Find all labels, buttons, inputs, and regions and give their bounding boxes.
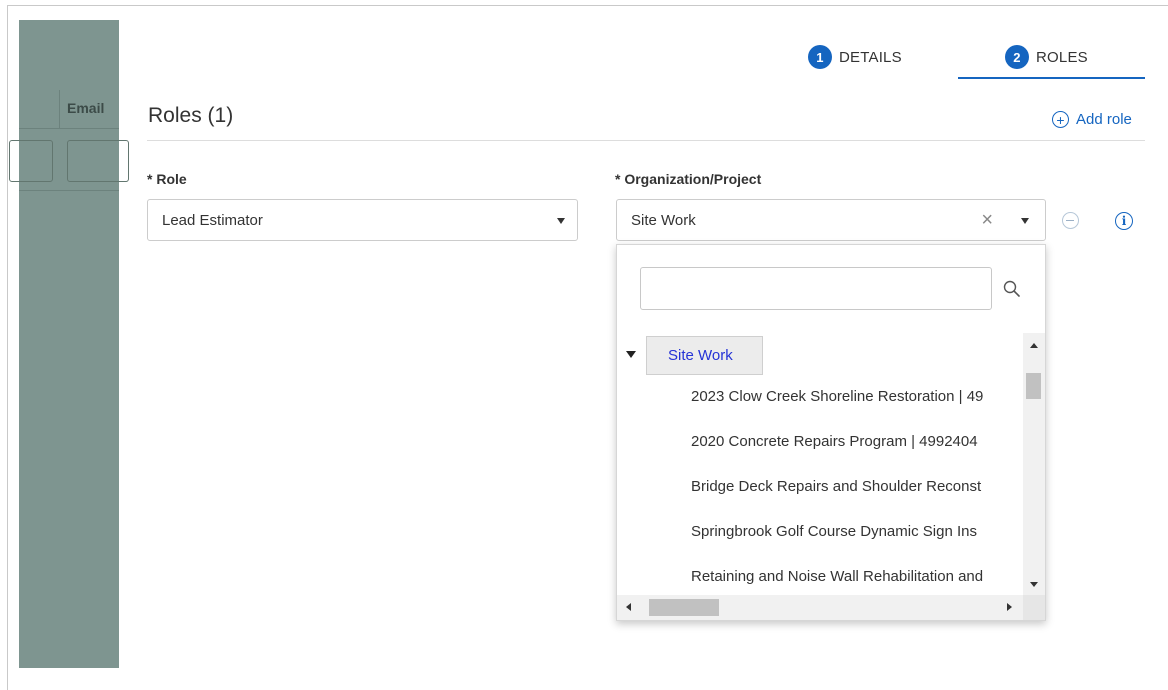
step-roles[interactable]: 2 ROLES	[1005, 44, 1088, 70]
vertical-scroll-thumb[interactable]	[1026, 373, 1041, 399]
background-table-overlay: Email	[9, 20, 129, 668]
chevron-down-icon[interactable]	[1021, 218, 1029, 224]
step-label: ROLES	[1036, 48, 1088, 66]
active-step-underline	[958, 77, 1145, 79]
vertical-scrollbar[interactable]	[1023, 333, 1045, 595]
tree-item[interactable]: Retaining and Noise Wall Rehabilitation …	[691, 568, 983, 585]
tree-node-site-work[interactable]: Site Work	[646, 336, 763, 375]
info-icon[interactable]: i	[1115, 212, 1133, 230]
background-input-cell	[9, 140, 53, 182]
tree-item[interactable]: 2020 Concrete Repairs Program | 4992404	[691, 433, 978, 450]
tree-item[interactable]: 2023 Clow Creek Shoreline Restoration | …	[691, 388, 983, 405]
search-icon[interactable]	[1002, 279, 1022, 299]
role-select[interactable]: Lead Estimator	[147, 199, 578, 241]
roles-section-title: Roles (1)	[148, 104, 234, 127]
scroll-left-arrow-icon[interactable]	[626, 603, 631, 611]
remove-role-icon[interactable]	[1062, 212, 1079, 229]
tree-item[interactable]: Bridge Deck Repairs and Shoulder Reconst	[691, 478, 981, 495]
section-divider	[147, 140, 1145, 141]
role-field-label: * Role	[147, 171, 187, 187]
scroll-down-arrow-icon[interactable]	[1030, 582, 1038, 587]
step-details[interactable]: 1 DETAILS	[808, 44, 902, 70]
org-project-field-label: * Organization/Project	[615, 171, 762, 187]
step-label: DETAILS	[839, 48, 902, 66]
org-project-tree: Site Work 2023 Clow Creek Shoreline Rest…	[617, 333, 1023, 595]
chevron-down-icon[interactable]	[557, 218, 565, 224]
horizontal-scrollbar[interactable]	[617, 595, 1023, 620]
dropdown-search-input[interactable]	[640, 267, 992, 310]
background-column-divider	[59, 90, 60, 128]
add-role-button[interactable]: + Add role	[1052, 111, 1132, 128]
background-row-divider	[19, 190, 119, 191]
background-email-input-cell	[67, 140, 129, 182]
scroll-up-arrow-icon[interactable]	[1030, 343, 1038, 348]
clear-icon[interactable]: ×	[981, 210, 993, 230]
scroll-right-arrow-icon[interactable]	[1007, 603, 1012, 611]
role-select-value: Lead Estimator	[162, 211, 263, 229]
scrollbar-corner	[1023, 595, 1045, 620]
plus-circle-icon: +	[1052, 111, 1069, 128]
background-email-header: Email	[67, 100, 105, 116]
add-role-label: Add role	[1076, 111, 1132, 128]
step-number-badge: 2	[1005, 45, 1029, 69]
tree-collapse-icon[interactable]	[626, 351, 636, 358]
tree-item[interactable]: Springbrook Golf Course Dynamic Sign Ins	[691, 523, 977, 540]
horizontal-scroll-thumb[interactable]	[649, 599, 719, 616]
org-project-select-value: Site Work	[631, 211, 696, 229]
step-number-badge: 1	[808, 45, 832, 69]
org-project-select[interactable]: Site Work ×	[616, 199, 1046, 241]
org-project-dropdown: Site Work 2023 Clow Creek Shoreline Rest…	[616, 244, 1046, 621]
